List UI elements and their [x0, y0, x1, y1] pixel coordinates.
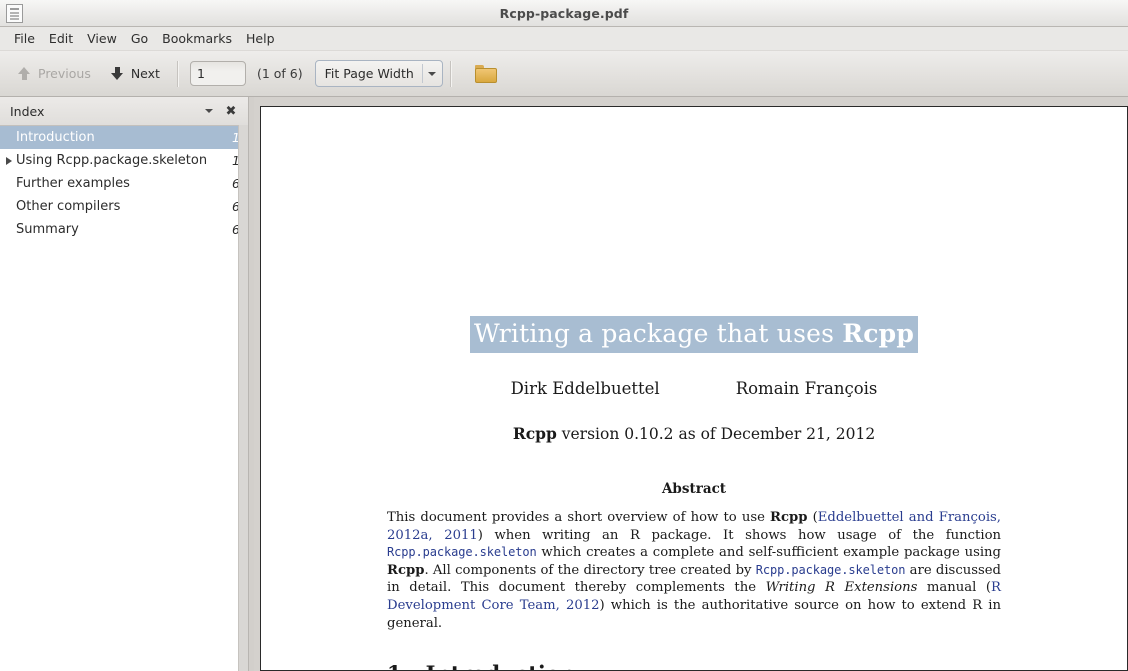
outline-item-label: Introduction: [16, 130, 95, 145]
previous-page-label: Previous: [38, 66, 91, 81]
abstract-text-2: (: [807, 510, 818, 525]
section-title: Introduction: [426, 661, 576, 670]
window-titlebar: Rcpp-package.pdf: [0, 0, 1128, 27]
chevron-down-icon[interactable]: [198, 109, 220, 113]
pdf-viewer-window: Rcpp-package.pdf File Edit View Go Bookm…: [0, 0, 1128, 671]
menu-go[interactable]: Go: [124, 29, 155, 48]
sidebar-item-further-examples[interactable]: Further examples 6: [0, 172, 248, 195]
expander-triangle-icon[interactable]: [2, 156, 16, 165]
arrow-down-icon: [110, 66, 124, 81]
page-number-input[interactable]: [189, 61, 246, 86]
chevron-down-icon: [423, 71, 441, 76]
pdf-version-text: version 0.10.2 as of December 21, 2012: [556, 425, 876, 443]
sidebar-header: Index ✖: [0, 97, 248, 126]
abstract-text-5: . All components of the directory tree c…: [424, 562, 756, 578]
abstract-text-4: which creates a complete and self-suffic…: [536, 545, 1001, 561]
zoom-level-select[interactable]: Fit Page Width: [314, 60, 443, 87]
toolbar-separator-2: [449, 60, 452, 87]
zoom-level-value: Fit Page Width: [324, 66, 414, 81]
toolbar: Previous Next (1 of 6) Fit Page Width: [0, 51, 1128, 97]
outline-item-label: Summary: [16, 222, 79, 237]
pdf-section-heading: 1 Introduction: [387, 661, 1001, 670]
folder-icon[interactable]: [474, 64, 497, 83]
menu-help[interactable]: Help: [239, 29, 282, 48]
main-content: Index ✖ Introduction 1 Using Rcpp.packag…: [0, 97, 1128, 671]
menu-edit[interactable]: Edit: [42, 29, 80, 48]
sidebar: Index ✖ Introduction 1 Using Rcpp.packag…: [0, 97, 249, 671]
abstract-text-7: manual (: [917, 580, 992, 596]
previous-page-button[interactable]: Previous: [8, 60, 101, 87]
menu-file[interactable]: File: [7, 29, 42, 48]
pdf-author-left: Dirk Eddelbuettel: [510, 379, 660, 398]
section-number: 1: [387, 661, 402, 670]
pdf-authors: Dirk Eddelbuettel Romain François: [387, 379, 1001, 398]
pdf-abstract-heading: Abstract: [661, 481, 727, 497]
next-page-button[interactable]: Next: [101, 60, 170, 87]
pdf-author-right: Romain François: [735, 379, 878, 398]
pdf-version-line: Rcpp version 0.10.2 as of December 21, 2…: [387, 424, 1001, 443]
menu-bookmarks[interactable]: Bookmarks: [155, 29, 239, 48]
sidebar-item-other-compilers[interactable]: Other compilers 6: [0, 195, 248, 218]
abstract-text-3: ) when writing an R package. It shows ho…: [477, 527, 1001, 543]
pdf-version-package: Rcpp: [512, 424, 557, 443]
document-view[interactable]: Writing a package that uses Rcpp Dirk Ed…: [254, 97, 1128, 671]
sidebar-item-using-rcpp-package-skeleton[interactable]: Using Rcpp.package.skeleton 1: [0, 149, 248, 172]
code-span-1: Rcpp.package.skeleton: [387, 545, 537, 560]
outline-list: Introduction 1 Using Rcpp.package.skelet…: [0, 126, 248, 671]
sidebar-title: Index: [10, 103, 45, 119]
sidebar-scrollbar[interactable]: [238, 125, 248, 671]
sidebar-item-introduction[interactable]: Introduction 1: [0, 126, 248, 149]
close-icon[interactable]: ✖: [220, 104, 242, 119]
abstract-text-1: This document provides a short overview …: [387, 510, 771, 525]
outline-item-label: Further examples: [16, 176, 130, 191]
pdf-title-bold: Rcpp: [842, 319, 915, 348]
pdf-page: Writing a package that uses Rcpp Dirk Ed…: [260, 106, 1128, 671]
abstract-bold-1: Rcpp: [770, 510, 808, 525]
menu-view[interactable]: View: [80, 29, 124, 48]
next-page-label: Next: [130, 66, 160, 81]
sidebar-item-summary[interactable]: Summary 6: [0, 218, 248, 241]
outline-item-label: Using Rcpp.package.skeleton: [16, 153, 208, 168]
toolbar-separator-1: [176, 60, 179, 87]
pdf-abstract-body: This document provides a short overview …: [387, 509, 1001, 632]
pdf-title-text: Writing a package that uses: [473, 319, 843, 348]
pdf-document-title: Writing a package that uses Rcpp: [387, 316, 1001, 353]
code-span-2: Rcpp.package.skeleton: [755, 562, 906, 577]
outline-item-label: Other compilers: [16, 199, 121, 214]
page-count-label: (1 of 6): [256, 66, 303, 81]
menubar: File Edit View Go Bookmarks Help: [0, 27, 1128, 51]
abstract-bold-2: Rcpp: [387, 562, 425, 578]
abstract-italic-1: Writing R Extensions: [765, 580, 918, 596]
window-title: Rcpp-package.pdf: [499, 5, 629, 21]
arrow-up-icon: [18, 66, 31, 81]
